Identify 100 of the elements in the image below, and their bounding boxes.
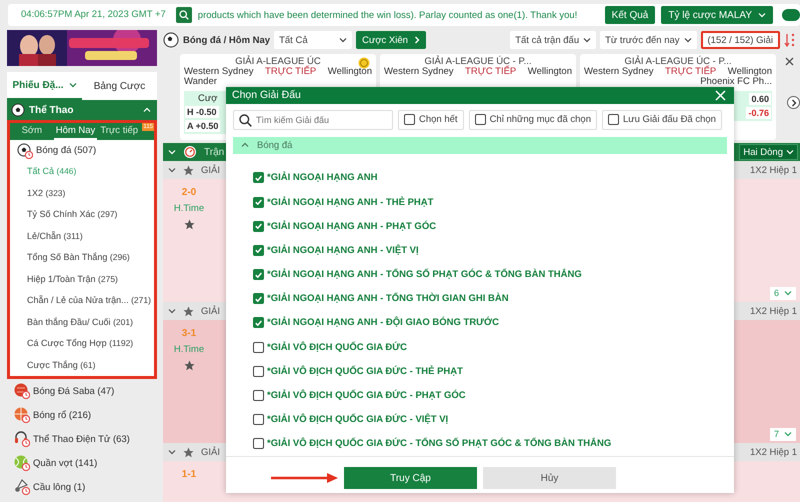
star-icon: [184, 219, 194, 230]
sort-icon: [784, 32, 796, 48]
coin-icon: [358, 57, 370, 69]
caret-down-icon: [758, 12, 766, 18]
checkbox[interactable]: [253, 220, 264, 232]
confirm-button[interactable]: Truy Cập: [344, 467, 477, 489]
sport-item[interactable]: Cầu lông (1): [7, 475, 157, 499]
soccer-ball-icon: [163, 32, 179, 48]
sport-item[interactable]: Thể Thao Điện Tử (63): [7, 427, 157, 451]
league-option[interactable]: *GIẢI NGOẠI HẠNG ANH - TỔNG THỜI GIAN GHI BÀN: [267, 293, 509, 304]
filter-option[interactable]: Lưu Giải đấu Đã chọn: [602, 110, 722, 130]
score-text: 3-1: [182, 328, 196, 339]
market-select[interactable]: Tất Cả: [274, 31, 352, 49]
result-button[interactable]: Kết Quả: [604, 6, 656, 24]
league-option[interactable]: *GIẢI NGOẠI HẠNG ANH - TỔNG SỐ PHẠT GÓC & TỔNG BÀN THẮNG: [267, 269, 582, 280]
team-name: Western Sydney: [184, 67, 254, 77]
odds-value[interactable]: A +0.50: [185, 120, 220, 132]
sport-item[interactable]: Quần vợt (141): [7, 451, 157, 475]
league-option[interactable]: *GIẢI NGOẠI HẠNG ANH: [267, 172, 378, 184]
team-name: Wander: [184, 77, 217, 87]
stopwatch-icon: [183, 145, 197, 159]
checkbox[interactable]: [253, 317, 264, 328]
checkbox[interactable]: [404, 114, 415, 126]
page-select[interactable]: 6: [770, 286, 796, 300]
section-header[interactable]: Thể Thao: [7, 100, 157, 120]
market-item[interactable]: Tất Cả (446): [10, 161, 154, 182]
team-name: Wellington: [528, 67, 572, 77]
parlay-button[interactable]: Cược Xiên: [356, 31, 426, 49]
team-name: Western Sydney: [584, 67, 654, 77]
next-button[interactable]: [787, 96, 800, 109]
market-item[interactable]: Hiệp 1/Toàn Trận (275): [10, 268, 154, 290]
period-tab[interactable]: Trực tiếp: [97, 123, 142, 140]
league-option[interactable]: *GIẢI VÔ ĐỊCH QUỐC GIA ĐỨC - TỔNG SỐ PHẠT GÓC & TỔNG BÀN THẮNG: [267, 438, 612, 450]
league-name: GIẢI: [201, 164, 220, 176]
league-title: GIẢI A-LEAGUE ÚC: [235, 56, 321, 67]
league-option[interactable]: *GIẢI NGOẠI HẠNG ANH - ĐỘI GIAO BÓNG TRƯỚC: [267, 317, 500, 328]
checkbox[interactable]: [608, 114, 619, 126]
search-field[interactable]: Tìm kiếm Giải đấu: [233, 110, 393, 130]
checkbox[interactable]: [253, 342, 264, 353]
team-name: Wellington: [328, 67, 372, 77]
headset-icon: [14, 431, 30, 447]
odds-value[interactable]: -0.76: [746, 107, 771, 119]
checkbox[interactable]: [253, 244, 264, 256]
filter-dropdown[interactable]: Từ trước đến nay: [600, 31, 697, 49]
checkbox[interactable]: [253, 172, 264, 184]
star-icon: [183, 306, 194, 316]
tennis-ball-icon: [14, 455, 30, 471]
cancel-button[interactable]: Hủy: [483, 467, 616, 489]
close-button[interactable]: [715, 90, 726, 101]
view-dropdown[interactable]: Hai Dòng: [739, 144, 798, 160]
period-tab[interactable]: Sớm: [10, 123, 54, 140]
league-option[interactable]: *GIẢI VÔ ĐỊCH QUỐC GIA ĐỨC - VIỆT VỊ: [267, 414, 448, 426]
checkbox[interactable]: [253, 196, 264, 208]
market-item[interactable]: Bàn thắng Đầu/ Cuối (201): [10, 312, 154, 333]
caret-down-icon: [168, 449, 176, 455]
league-title: GIẢI A-LEAGUE ÚC - P...: [424, 56, 532, 67]
dialog-title: Chọn Giải Đấu: [232, 89, 301, 102]
score-text: 1-1: [182, 469, 196, 480]
checkbox[interactable]: [253, 293, 264, 304]
odds-dropdown[interactable]: Tỷ lệ cược MALAY: [661, 6, 773, 24]
league-count-button[interactable]: (152 / 152) Giải: [700, 31, 780, 49]
market-item[interactable]: Chẵn / Lẻ của Nửa trận... (271): [10, 290, 154, 312]
checkbox[interactable]: [253, 366, 264, 377]
market-item[interactable]: Tổng Số Bàn Thắng (296): [10, 247, 154, 268]
league-option[interactable]: *GIẢI NGOẠI HẠNG ANH - THẺ PHẠT: [267, 196, 434, 208]
odds-value[interactable]: H -0.50: [185, 106, 219, 118]
league-option[interactable]: *GIẢI VÔ ĐỊCH QUỐC GIA ĐỨC: [267, 342, 408, 353]
soccer-ball-icon: [11, 103, 25, 117]
filter-dropdown[interactable]: Tất cả trận đấu: [510, 31, 596, 49]
market-label: 1X2 Hiệp 1: [750, 306, 797, 316]
sidebar-tab[interactable]: Bảng Cược: [82, 72, 157, 100]
checkbox[interactable]: [253, 438, 264, 450]
league-option[interactable]: *GIẢI VÔ ĐỊCH QUỐC GIA ĐỨC - THẺ PHẠT: [267, 366, 463, 377]
search-button[interactable]: [176, 7, 192, 23]
market-item[interactable]: 1X2 (323): [10, 182, 154, 204]
group-header[interactable]: Bóng đá: [233, 136, 727, 154]
league-option[interactable]: *GIẢI NGOẠI HẠNG ANH - VIỆT VỊ: [267, 244, 419, 256]
team-name: Phoenix FC Ph...: [700, 77, 772, 87]
caret-down-icon: [168, 149, 176, 155]
checkbox[interactable]: [253, 269, 264, 280]
notice-text: products which have been determined the win loss). Parlay counted as one(1). Thank you!: [198, 10, 578, 20]
toggle-switch[interactable]: [782, 9, 800, 21]
filter-option[interactable]: Chỉ những mục đã chọn: [468, 110, 597, 130]
league-name: GIẢI: [201, 306, 220, 316]
filter-option[interactable]: Chọn hết: [398, 110, 464, 130]
period-text: H.Time: [174, 344, 204, 355]
league-option[interactable]: *GIẢI NGOẠI HẠNG ANH - PHẠT GÓC: [267, 220, 436, 232]
odds-value[interactable]: 0.60: [749, 93, 771, 105]
checkbox[interactable]: [253, 390, 264, 402]
league-option[interactable]: *GIẢI VÔ ĐỊCH QUỐC GIA ĐỨC - PHẠT GÓC: [267, 390, 466, 402]
market-item[interactable]: Cược Thắng (61): [10, 354, 154, 376]
sport-item[interactable]: Bóng Đá Saba (47): [7, 379, 157, 403]
checkbox[interactable]: [474, 114, 486, 126]
market-item[interactable]: Tỷ Số Chính Xác (297): [10, 204, 154, 226]
checkbox[interactable]: [253, 414, 264, 426]
sport-item[interactable]: Bóng rổ (216): [7, 403, 157, 427]
chevron-right-icon: [414, 36, 420, 44]
caret-down-icon: [784, 431, 792, 437]
market-item[interactable]: Lẻ/Chẵn (311): [10, 226, 154, 247]
market-item[interactable]: Cá Cược Tổng Hợp (1192): [10, 333, 154, 354]
